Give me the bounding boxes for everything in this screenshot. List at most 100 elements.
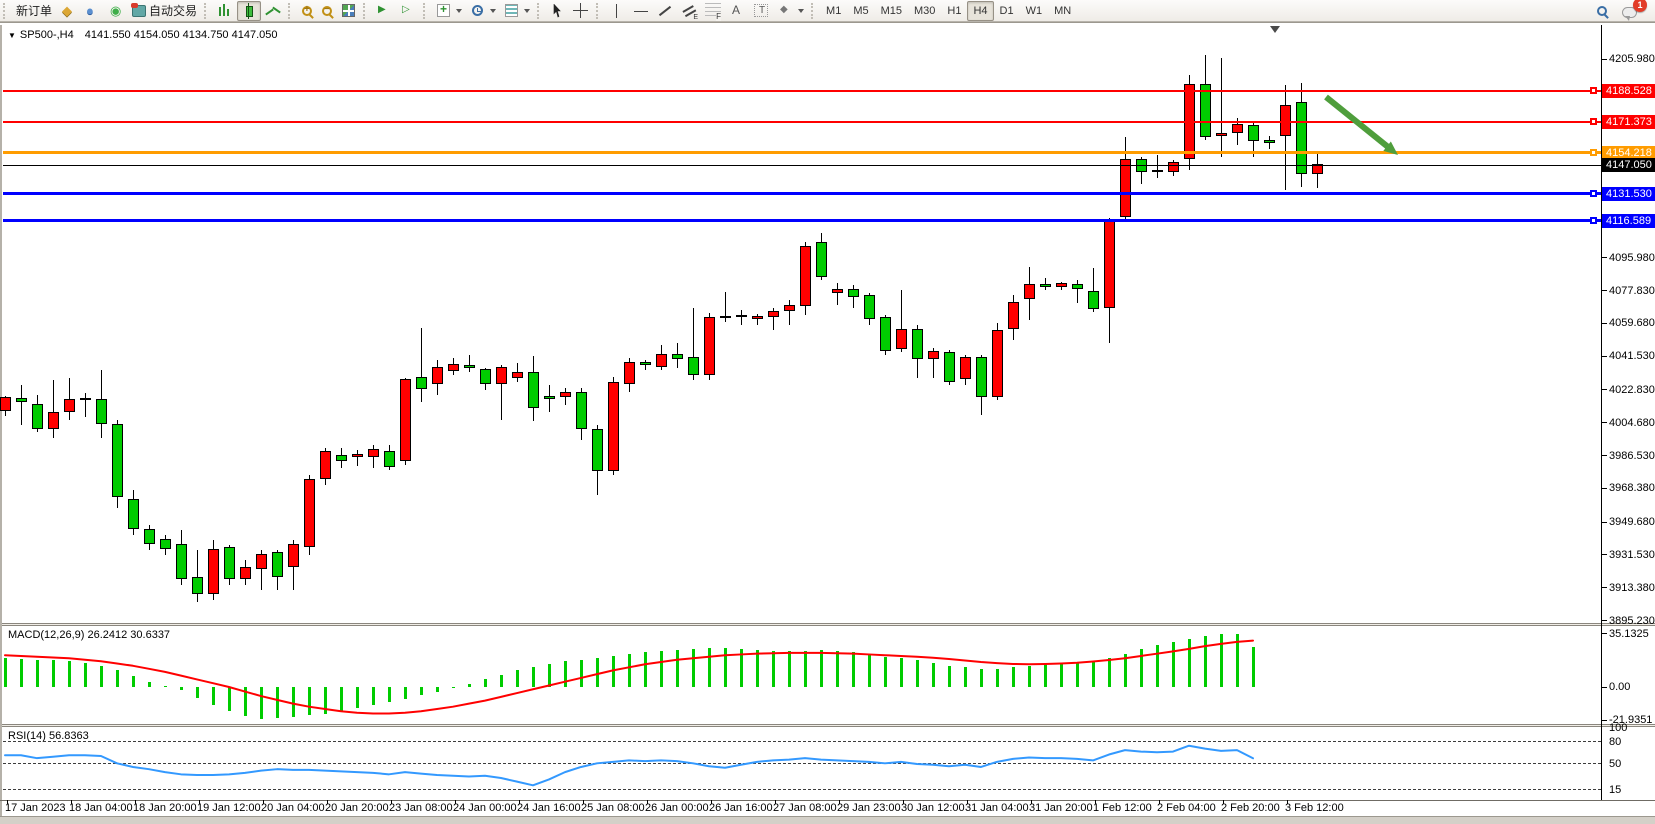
shapes-button[interactable]: [773, 1, 808, 21]
macd-histogram-bar: [580, 660, 583, 687]
signals-button[interactable]: [104, 1, 128, 21]
candle-up: [704, 317, 715, 375]
trendline-button[interactable]: [653, 1, 677, 21]
tile-windows-button[interactable]: [337, 1, 360, 21]
level-line-support[interactable]: [3, 219, 1601, 222]
macd-histogram-bar: [644, 652, 647, 687]
macd-histogram-bar: [180, 687, 183, 690]
timeframe-w1-button[interactable]: W1: [1020, 1, 1049, 21]
toolbar-group-grip: [596, 3, 601, 19]
notifications-button[interactable]: 1: [1618, 1, 1641, 21]
price-tick: [1602, 455, 1607, 456]
signals-icon: [108, 3, 124, 19]
candle-up: [240, 567, 251, 579]
candle-down: [96, 399, 107, 424]
auto-trading-button[interactable]: 自动交易: [128, 1, 201, 21]
rsi-line: [5, 746, 1253, 786]
candle-wick: [1285, 85, 1286, 190]
channel-button[interactable]: [677, 1, 701, 21]
mt4-app: ▼SP500-,H4 4141.550 4154.050 4134.750 41…: [0, 0, 1655, 824]
auto-trading-icon: [132, 5, 146, 17]
fibonacci-button[interactable]: [701, 1, 725, 21]
timeframe-m1-button[interactable]: M1: [820, 1, 847, 21]
price-level-badge: 4171.373: [1602, 115, 1655, 129]
timeframe-m5-button[interactable]: M5: [847, 1, 874, 21]
templates-button[interactable]: [500, 1, 534, 21]
chevron-down-icon: [798, 9, 804, 13]
price-level-badge: 4188.528: [1602, 84, 1655, 98]
level-line-pivot[interactable]: [3, 151, 1601, 154]
timeframe-d1-button[interactable]: D1: [994, 1, 1020, 21]
auto-scroll-button[interactable]: [372, 1, 396, 21]
chart-plot[interactable]: ▼SP500-,H4 4141.550 4154.050 4134.750 41…: [0, 0, 1655, 824]
candle-down: [688, 357, 699, 375]
chart-type-group: [213, 1, 285, 21]
timeframe-group: M1M5M15M30H1H4D1 W1 MN: [820, 1, 1077, 21]
candle-down: [128, 499, 139, 529]
crosshair-button[interactable]: [569, 1, 593, 21]
rsi-label: RSI(14) 56.8363: [8, 730, 89, 742]
pane-separator[interactable]: [0, 724, 1655, 727]
trend-arrow-annotation[interactable]: [1326, 97, 1390, 149]
periods-button[interactable]: [466, 1, 500, 21]
community-icon: [84, 3, 100, 19]
price-tick-label: 4022.830: [1609, 384, 1655, 396]
pane-separator[interactable]: [0, 623, 1655, 626]
price-tick: [1602, 323, 1607, 324]
macd-histogram-bar: [276, 687, 279, 718]
chart-shift-button[interactable]: [396, 1, 420, 21]
rsi-tick-label: 50: [1609, 758, 1621, 770]
level-line-resistance[interactable]: [3, 90, 1601, 92]
line-chart-button[interactable]: [261, 1, 285, 21]
time-tick-label: 20 Jan 04:00: [261, 802, 325, 814]
level-line-bid-price[interactable]: [3, 165, 1601, 166]
level-endpoint-marker[interactable]: [1590, 118, 1597, 125]
horizontal-line-button[interactable]: [629, 1, 653, 21]
price-level-badge: 4131.530: [1602, 187, 1655, 201]
candlestick-chart-button[interactable]: [237, 1, 261, 21]
cursor-button[interactable]: [546, 1, 569, 21]
timeframe-m15-button[interactable]: M15: [875, 1, 908, 21]
collapse-icon[interactable]: ▼: [8, 31, 16, 40]
level-endpoint-marker[interactable]: [1590, 87, 1597, 94]
macd-histogram-bar: [564, 661, 567, 687]
indicators-button[interactable]: [432, 1, 466, 21]
chart-shift-marker[interactable]: [1270, 26, 1280, 33]
macd-histogram-bar: [164, 686, 167, 687]
search-button[interactable]: [1592, 1, 1612, 21]
text-icon: [729, 3, 745, 19]
macd-histogram-bar: [868, 654, 871, 687]
timeframe-h1-button[interactable]: H1: [941, 1, 967, 21]
zoom-out-button[interactable]: [317, 1, 337, 21]
label-button[interactable]: [749, 1, 773, 21]
rsi-tick-label: 80: [1609, 736, 1621, 748]
text-button[interactable]: [725, 1, 749, 21]
macd-histogram-bar: [836, 651, 839, 687]
chart-title: ▼SP500-,H4 4141.550 4154.050 4134.750 41…: [8, 29, 278, 41]
candle-up: [992, 330, 1003, 397]
candle-down: [80, 398, 91, 400]
timeframe-h4-button[interactable]: H4: [967, 1, 993, 21]
community-button[interactable]: [80, 1, 104, 21]
timeframe-mn-button[interactable]: MN: [1048, 1, 1077, 21]
vertical-line-button[interactable]: [605, 1, 629, 21]
level-endpoint-marker[interactable]: [1590, 190, 1597, 197]
candle-up: [1008, 302, 1019, 329]
level-endpoint-marker[interactable]: [1590, 217, 1597, 224]
timeframe-m30-button[interactable]: M30: [908, 1, 941, 21]
candle-down: [528, 372, 539, 408]
macd-histogram-bar: [772, 651, 775, 687]
level-endpoint-marker[interactable]: [1590, 149, 1597, 156]
time-tick-label: 26 Jan 00:00: [645, 802, 709, 814]
new-order-button[interactable]: 新订单: [12, 1, 56, 21]
templates-icon: [505, 4, 518, 17]
zoom-in-button[interactable]: [297, 1, 317, 21]
price-tick-label: 4059.680: [1609, 317, 1655, 329]
candle-up: [768, 311, 779, 317]
bar-chart-button[interactable]: [213, 1, 237, 21]
macd-histogram-bar: [692, 649, 695, 687]
timeframe-w1-button-label: W1: [1026, 5, 1043, 17]
metaeditor-button[interactable]: [56, 1, 80, 21]
price-tick: [1602, 290, 1607, 291]
level-line-support[interactable]: [3, 192, 1601, 195]
